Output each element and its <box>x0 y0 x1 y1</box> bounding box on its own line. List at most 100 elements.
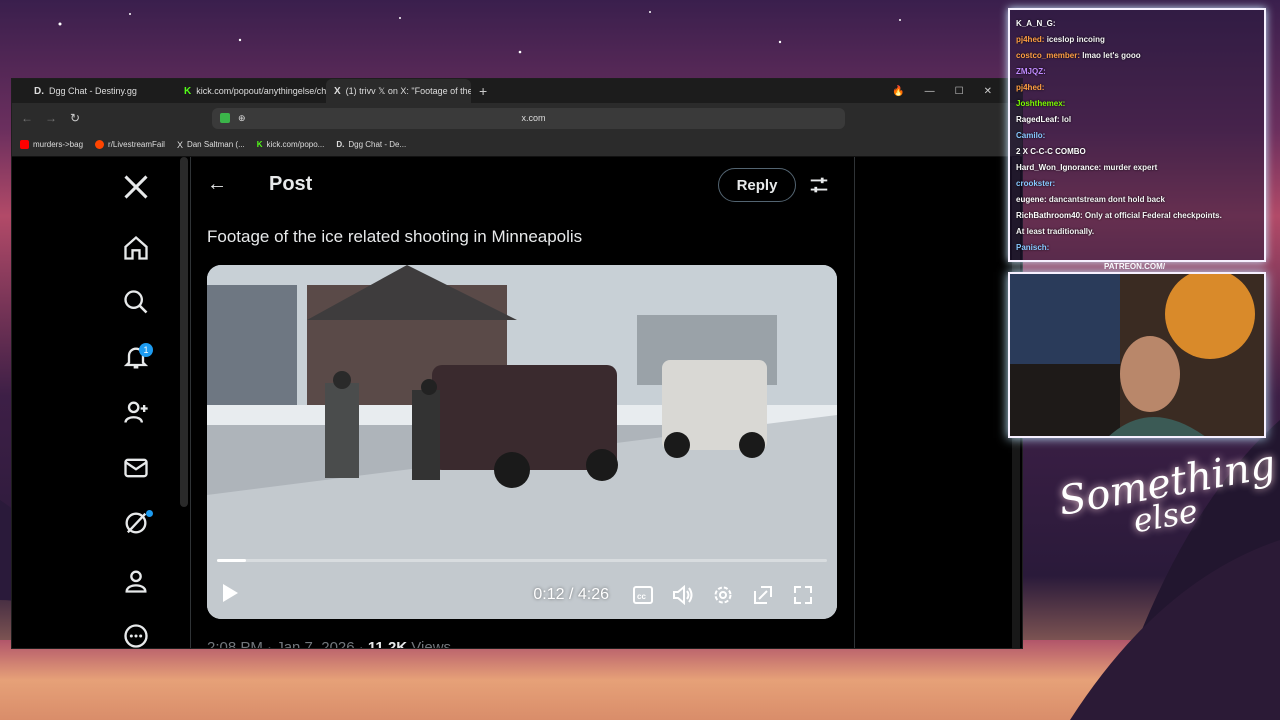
new-tab-button[interactable]: + <box>479 83 487 99</box>
chat-message: Joshthemex: <box>1016 96 1258 112</box>
sliders-icon[interactable] <box>808 174 830 201</box>
chat-username[interactable]: pj4hed: <box>1016 35 1044 44</box>
sidebar-scrollbar[interactable] <box>180 157 188 507</box>
address-bar-row: ← → ↻ ⊕ x.com <box>12 103 1022 133</box>
bookmark-item[interactable]: X Dan Saltman (... <box>177 140 245 150</box>
flame-icon[interactable]: 🔥 <box>892 86 904 97</box>
tab-dgg-chat[interactable]: D. Dgg Chat - Destiny.gg <box>26 79 176 103</box>
chat-username[interactable]: crookster: <box>1016 179 1055 188</box>
chat-text: murder expert <box>1103 163 1158 172</box>
webcam-feed <box>1008 272 1266 438</box>
chat-message: pj4hed: <box>1016 80 1258 96</box>
chat-message: At least traditionally. <box>1016 224 1258 240</box>
volume-icon[interactable] <box>663 585 703 605</box>
chat-username[interactable]: 2 X C-C-C COMBO <box>1016 147 1086 156</box>
tab-kick-chat[interactable]: K kick.com/popout/anythingelse/chat <box>176 79 326 103</box>
reply-button[interactable]: Reply <box>718 168 796 202</box>
chat-username[interactable]: Panisch: <box>1016 243 1049 252</box>
search-icon[interactable] <box>112 282 160 322</box>
bookmark-label: r/LivestreamFail <box>108 140 165 149</box>
bookmark-item[interactable]: r/LivestreamFail <box>95 140 165 149</box>
x-logo-icon[interactable] <box>112 167 160 207</box>
chat-text: At least traditionally. <box>1016 227 1095 236</box>
chat-username[interactable]: RichBathroom40: <box>1016 211 1083 220</box>
grok-icon[interactable] <box>112 503 160 543</box>
bookmark-item[interactable]: Kkick.com/popo... <box>257 140 325 149</box>
video-player[interactable]: 0:12 / 4:26 cc <box>207 265 837 619</box>
x-page: 1 ← Post Reply Footage of the ice relate… <box>12 157 1022 649</box>
chat-text: dancantstream dont hold back <box>1048 195 1165 204</box>
url-bar[interactable]: ⊕ x.com <box>212 107 845 129</box>
chat-message: Hard_Won_Ignorance: murder expert <box>1016 160 1258 176</box>
pip-icon[interactable] <box>743 585 783 605</box>
chat-username[interactable]: pj4hed: <box>1016 83 1044 92</box>
destiny-icon: D. <box>336 140 345 149</box>
tweet-timestamp[interactable]: 2:08 PM · Jan 7, 2026 · <box>207 639 368 648</box>
minimize-button[interactable]: — <box>925 86 935 97</box>
bookmark-label: kick.com/popo... <box>266 140 325 149</box>
bookmarks-bar: murders->bag r/LivestreamFail X Dan Saltm… <box>12 133 1022 157</box>
home-icon[interactable] <box>112 228 160 268</box>
video-progress[interactable] <box>217 559 827 562</box>
fullscreen-icon[interactable] <box>783 585 823 605</box>
chat-username[interactable]: ZMJQZ: <box>1016 67 1046 76</box>
video-frame <box>207 265 837 619</box>
chat-username[interactable]: RagedLeaf: <box>1016 115 1060 124</box>
video-controls: 0:12 / 4:26 cc <box>207 571 837 619</box>
chat-message: ZMJQZ: <box>1016 64 1258 80</box>
patreon-label: PATREON.COM/ <box>1104 262 1166 271</box>
page-title: Post <box>269 173 313 195</box>
profile-icon[interactable] <box>112 561 160 601</box>
captions-icon[interactable]: cc <box>623 586 663 604</box>
url-text: x.com <box>521 113 546 123</box>
back-icon[interactable]: ← <box>20 111 34 125</box>
reload-icon[interactable]: ↻ <box>68 111 82 125</box>
chat-message: crookster: <box>1016 176 1258 192</box>
bookmark-item[interactable]: murders->bag <box>20 140 83 149</box>
tab-bar: D. Dgg Chat - Destiny.gg K kick.com/popo… <box>12 79 1022 103</box>
chat-username[interactable]: Hard_Won_Ignorance: <box>1016 163 1101 172</box>
x-icon: X <box>176 139 183 150</box>
chat-username[interactable]: Joshthemex: <box>1016 99 1065 108</box>
messages-icon[interactable] <box>112 448 160 488</box>
forward-icon[interactable]: → <box>44 111 58 125</box>
chat-message: Panisch: <box>1016 240 1258 256</box>
webcam-image <box>1010 274 1264 436</box>
chat-username[interactable]: eugene: <box>1016 195 1047 204</box>
chat-message: 2 X C-C-C COMBO <box>1016 144 1258 160</box>
chat-username[interactable]: costco_member: <box>1016 51 1080 60</box>
views-label: Views <box>407 639 452 649</box>
play-icon[interactable] <box>221 583 241 608</box>
shield-icon[interactable] <box>220 113 230 123</box>
bookmark-item[interactable]: D. Dgg Chat - De... <box>336 140 406 149</box>
svg-text:cc: cc <box>637 592 646 601</box>
tab-label: kick.com/popout/anythingelse/chat <box>196 86 326 96</box>
follow-icon[interactable] <box>112 392 160 432</box>
post-header: ← Post Reply <box>192 157 854 213</box>
chat-text: Only at official Federal checkpoints. <box>1084 211 1222 220</box>
window-controls: 🔥 — ☐ ✕ <box>892 86 1022 97</box>
tab-x-post[interactable]: X (1) trivv 𝕏 on X: "Footage of the ✕ <box>326 79 471 103</box>
settings-gear-icon[interactable] <box>703 585 743 605</box>
chat-username[interactable]: Camilo: <box>1016 131 1045 140</box>
destiny-icon: D. <box>34 85 44 97</box>
more-icon[interactable] <box>112 616 160 648</box>
browser-window: D. Dgg Chat - Destiny.gg K kick.com/popo… <box>11 78 1023 649</box>
video-time: 0:12 / 4:26 <box>533 586 609 603</box>
maximize-button[interactable]: ☐ <box>955 86 964 97</box>
zoom-icon[interactable]: ⊕ <box>238 113 246 124</box>
close-window-button[interactable]: ✕ <box>984 86 992 97</box>
view-count: 11.2K <box>367 639 408 649</box>
tweet-meta: 2:08 PM · Jan 7, 2026 · 11.2K Views <box>207 639 452 649</box>
chat-username[interactable]: K_A_N_G: <box>1016 19 1056 28</box>
back-arrow-icon[interactable]: ← <box>207 173 227 196</box>
chat-text: iceslop incoing <box>1046 35 1105 44</box>
chat-message: costco_member: lmao let's gooo <box>1016 48 1258 64</box>
kick-icon: K <box>184 85 192 97</box>
video-progress-fill <box>217 559 246 562</box>
chat-message: pj4hed: iceslop incoing <box>1016 32 1258 48</box>
notifications-icon[interactable]: 1 <box>112 338 160 378</box>
tweet-text: Footage of the ice related shooting in M… <box>207 227 583 246</box>
grok-indicator <box>146 510 153 517</box>
chat-message: eugene: dancantstream dont hold back <box>1016 192 1258 208</box>
